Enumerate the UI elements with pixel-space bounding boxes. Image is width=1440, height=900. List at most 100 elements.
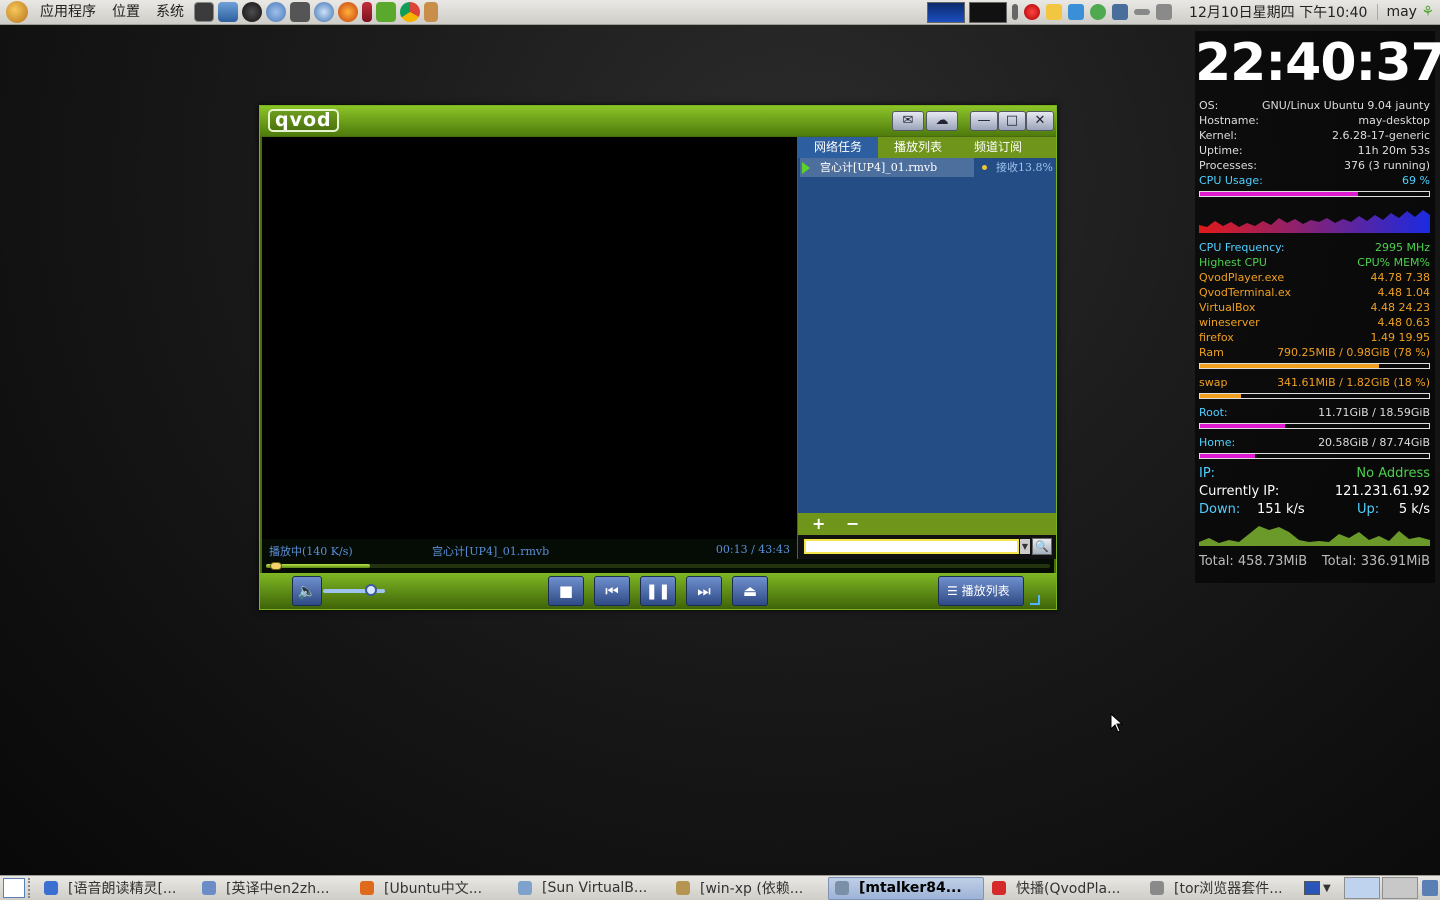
cpu-monitor-graph[interactable]	[927, 1, 966, 23]
workspace-1[interactable]	[1344, 877, 1380, 899]
taskbar-item[interactable]: [win-xp (依赖...	[670, 877, 826, 900]
resize-grip[interactable]	[1030, 595, 1040, 605]
playlist-button-label: 播放列表	[961, 584, 1010, 598]
next-button[interactable]: ⏭	[686, 576, 722, 606]
figure-icon[interactable]	[424, 2, 438, 22]
seek-bar[interactable]	[262, 559, 1054, 573]
status-bar: 播放中(140 K/s) 宫心计[UP4]_01.rmvb 00:13 / 43…	[262, 539, 797, 559]
cable-tray-icon[interactable]	[1134, 9, 1151, 15]
volume-knob[interactable]	[365, 584, 377, 596]
home-bar-fill	[1200, 454, 1255, 458]
maximize-icon: □	[1005, 113, 1019, 128]
minimize-button[interactable]: —	[970, 111, 998, 131]
taskbar-item[interactable]: 快播(QvodPla...	[986, 877, 1142, 900]
menu-system[interactable]: 系统	[148, 0, 192, 25]
highest-cpu-columns: CPU% MEM%	[1357, 256, 1430, 269]
close-button[interactable]: ✕	[1026, 111, 1054, 131]
pidgin-icon[interactable]	[266, 2, 286, 22]
skin-button[interactable]: ☁	[926, 111, 958, 131]
volume-tray-icon[interactable]	[1156, 4, 1173, 20]
taskbar-item[interactable]: [英译中en2zh...	[196, 877, 352, 900]
hostname-value: may-desktop	[1358, 114, 1430, 127]
menu-places[interactable]: 位置	[104, 0, 148, 25]
conky-clock: 22:40:37	[1195, 33, 1440, 93]
workspace-2[interactable]	[1382, 877, 1418, 899]
terminal-icon[interactable]	[194, 2, 214, 22]
remove-task-button[interactable]: −	[846, 514, 859, 533]
ubuntu-logo-icon[interactable]	[6, 1, 28, 23]
network-tray-icon[interactable]	[1112, 4, 1129, 20]
seek-knob[interactable]	[270, 562, 282, 570]
home-bar	[1199, 453, 1430, 459]
open-file-button[interactable]: ⏏	[732, 576, 768, 606]
task-name[interactable]: 宫心计[UP4]_01.rmvb	[800, 158, 974, 177]
process-name: wineserver	[1199, 316, 1260, 329]
tab-playlist[interactable]: 播放列表	[878, 137, 958, 158]
taskbar-item-active[interactable]: [mtalker84...	[828, 876, 984, 900]
maximize-button[interactable]: □	[998, 111, 1026, 131]
taskbar-item[interactable]: [Sun VirtualB...	[512, 877, 668, 900]
taskbar-item[interactable]: [语音朗读精灵[...	[38, 877, 194, 900]
uptime-label: Uptime:	[1199, 144, 1243, 157]
mail-button[interactable]: ✉	[892, 111, 924, 131]
previous-button[interactable]: ⏮	[594, 576, 630, 606]
add-task-button[interactable]: +	[812, 514, 825, 533]
top-panel: 应用程序 位置 系统 12月10日星期四 下午10:40 may ⚘	[0, 0, 1440, 25]
title-bar[interactable]: qvod ✉ ☁ — □ ✕	[260, 106, 1056, 136]
notes-tray-icon[interactable]	[1046, 4, 1063, 20]
down-value: 151 k/s	[1257, 502, 1305, 517]
ram-bar	[1199, 363, 1430, 369]
recycle-icon[interactable]	[376, 2, 396, 22]
globe-icon[interactable]	[314, 2, 334, 22]
menu-applications[interactable]: 应用程序	[32, 0, 104, 25]
taskbar-label: [Sun VirtualB...	[542, 880, 648, 896]
wine-icon[interactable]	[362, 2, 372, 22]
tab-network-tasks[interactable]: 网络任务	[798, 137, 878, 158]
ram-value: 790.25MiB / 0.98GiB (78 %)	[1277, 346, 1430, 359]
speaker-icon: 🔈	[297, 582, 317, 600]
leaf-tray-icon[interactable]	[1090, 4, 1107, 20]
previous-icon: ⏮	[605, 582, 619, 600]
camera-icon[interactable]	[290, 2, 310, 22]
root-value: 11.71GiB / 18.59GiB	[1318, 406, 1430, 419]
process-values: 4.48 0.63	[1377, 316, 1430, 329]
qvod-player-window: qvod ✉ ☁ — □ ✕ 播放中(140 K/s) 宫心计[UP4]_01.…	[259, 105, 1057, 610]
taskbar-item[interactable]: [tor浏览器套件...	[1144, 877, 1300, 900]
search-dropdown-button[interactable]: ▼	[1020, 539, 1030, 554]
chrome-icon[interactable]	[400, 2, 420, 22]
up-label: Up:	[1357, 502, 1380, 517]
pause-button[interactable]: ❚❚	[640, 576, 676, 606]
panel-clock[interactable]: 12月10日星期四 下午10:40	[1175, 2, 1377, 22]
mute-button[interactable]: 🔈	[292, 576, 322, 606]
search-button[interactable]: 🔍	[1032, 538, 1052, 555]
playlist-button[interactable]: ☰ 播放列表	[938, 576, 1024, 606]
ram-bar-fill	[1200, 364, 1379, 368]
list-item[interactable]: 宫心计[UP4]_01.rmvb 接收13.8%	[798, 158, 1056, 177]
memory-monitor-graph[interactable]	[969, 1, 1008, 23]
trash-icon[interactable]	[1422, 880, 1438, 896]
taskbar-label: [语音朗读精灵[...	[68, 881, 177, 897]
chevron-down-icon: ▼	[1323, 882, 1331, 894]
taskbar-label: [英译中en2zh...	[226, 881, 330, 897]
stop-button[interactable]: ■	[548, 576, 584, 606]
network-graph	[1199, 526, 1430, 546]
close-icon: ✕	[1034, 113, 1046, 128]
keyboard-indicator[interactable]: ▼	[1304, 877, 1342, 899]
process-name: VirtualBox	[1199, 301, 1256, 314]
swap-label: swap	[1199, 376, 1228, 389]
dropbox-tray-icon[interactable]	[1068, 4, 1085, 20]
process-name: QvodPlayer.exe	[1199, 271, 1285, 284]
search-input[interactable]	[804, 539, 1019, 554]
taskbar-item[interactable]: [Ubuntu中文...	[354, 877, 510, 900]
virtualbox-icon[interactable]	[218, 2, 238, 22]
firefox-icon[interactable]	[338, 2, 358, 22]
tab-bar: 网络任务 播放列表 频道订阅	[798, 137, 1056, 158]
user-menu[interactable]: may ⚘	[1377, 4, 1440, 20]
disc-icon[interactable]	[242, 2, 262, 22]
process-name: firefox	[1199, 331, 1234, 344]
tab-channel-subscribe[interactable]: 频道订阅	[958, 137, 1038, 158]
seek-track[interactable]	[266, 562, 1050, 570]
qvod-tray-icon[interactable]	[1024, 4, 1041, 20]
show-desktop-button[interactable]	[3, 878, 25, 898]
video-area[interactable]	[262, 137, 797, 539]
